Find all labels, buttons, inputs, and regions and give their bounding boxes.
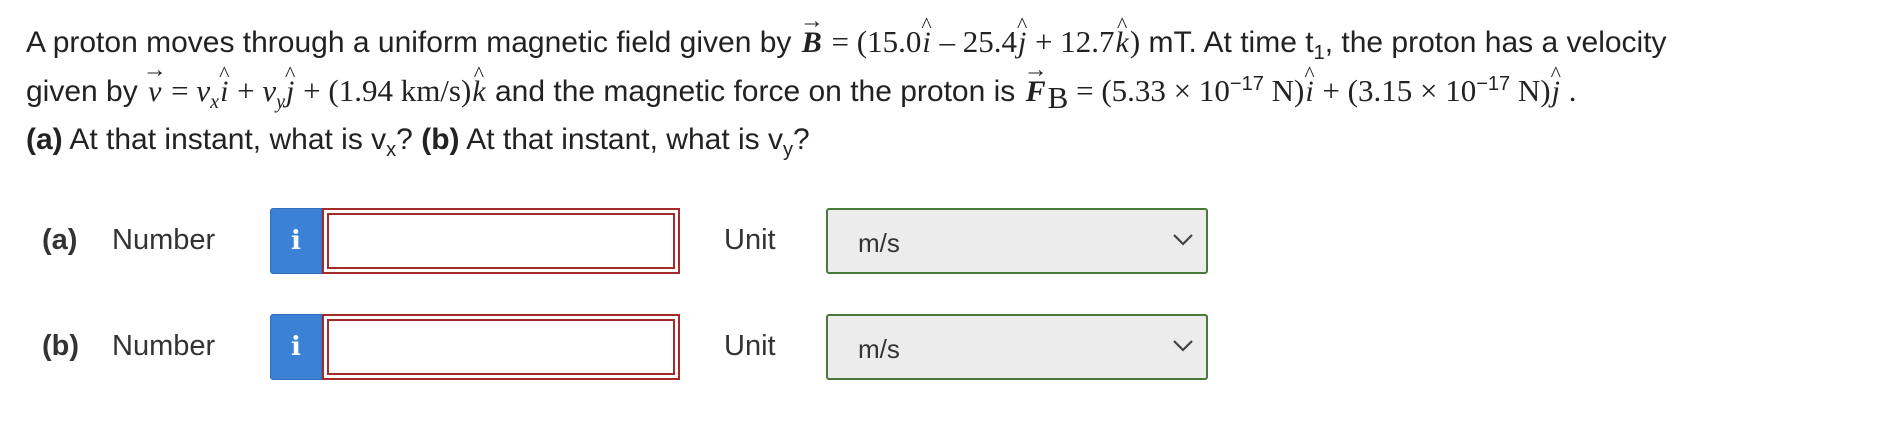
unit-vector-j: j xyxy=(1551,68,1561,116)
problem-statement: A proton moves through a uniform magneti… xyxy=(26,18,1876,164)
unit-select-a[interactable]: m/s xyxy=(826,208,1208,274)
unit-label: Unit xyxy=(724,224,776,256)
vector-b: B xyxy=(800,19,824,67)
unit-selected-value: m/s xyxy=(858,334,900,364)
part-b-label: (b) xyxy=(421,123,460,156)
unit-vector-k: k xyxy=(1115,19,1130,67)
math-segment: N) xyxy=(1510,73,1551,108)
vector-f: F xyxy=(1024,68,1048,116)
math-segment: = (5.33 × 10 xyxy=(1068,73,1230,108)
problem-text: given by xyxy=(26,75,138,108)
unit-vector-i: i xyxy=(219,68,229,116)
unit-select-b[interactable]: m/s xyxy=(826,314,1208,380)
unit-vector-i: i xyxy=(921,19,931,67)
math-segment: = (15.0 xyxy=(823,24,922,59)
chevron-down-icon xyxy=(1173,234,1193,246)
math-segment: N) xyxy=(1263,73,1305,108)
math-segment: + (1.94 km/s) xyxy=(295,73,472,108)
unit-label: Unit xyxy=(724,330,776,362)
subscript: B xyxy=(1047,80,1069,115)
superscript: −17 xyxy=(1229,73,1264,95)
number-input-a[interactable] xyxy=(322,208,680,274)
problem-text: ? xyxy=(793,123,810,156)
number-label: Number xyxy=(112,224,216,256)
unit-selected-value: m/s xyxy=(858,228,900,258)
subscript: x xyxy=(210,91,220,113)
problem-text: A proton moves through a uniform magneti… xyxy=(26,26,792,59)
math-segment: + xyxy=(229,73,263,108)
problem-text: At that instant, what is v xyxy=(459,123,784,156)
problem-line-3: (a) At that instant, what is vx? (b) At … xyxy=(26,116,1876,164)
chevron-down-icon xyxy=(1173,340,1193,352)
subscript: 1 xyxy=(1313,42,1325,64)
number-input-b[interactable] xyxy=(322,314,680,380)
info-button[interactable]: i xyxy=(270,208,322,274)
info-icon: i xyxy=(291,332,301,362)
problem-text: and the magnetic force on the proton is xyxy=(486,75,1016,108)
info-button[interactable]: i xyxy=(270,314,322,380)
problem-text: At that instant, what is v xyxy=(62,123,387,156)
velocity-component: v xyxy=(262,73,277,108)
vector-v: v xyxy=(146,68,163,116)
answer-part-label: (b) xyxy=(42,330,80,362)
velocity-component: v xyxy=(196,73,211,108)
subscript: y xyxy=(783,139,794,161)
part-a-label: (a) xyxy=(26,123,63,156)
superscript: −17 xyxy=(1476,73,1511,95)
problem-text: , the proton has a velocity xyxy=(1324,26,1667,59)
info-icon: i xyxy=(291,226,301,256)
problem-line-1: A proton moves through a uniform magneti… xyxy=(26,18,1876,67)
number-label: Number xyxy=(112,330,216,362)
problem-line-2: given by v = vxi + vyj + (1.94 km/s)k an… xyxy=(26,67,1876,116)
answer-row-b: (b) Number i Unit m/s xyxy=(0,314,1886,382)
answer-row-a: (a) Number i Unit m/s xyxy=(0,208,1886,276)
math-segment: + (3.15 × 10 xyxy=(1314,73,1477,108)
math-segment: ) xyxy=(1129,24,1141,59)
unit-vector-j: j xyxy=(285,68,295,116)
unit-vector-k: k xyxy=(471,68,486,116)
answer-part-label: (a) xyxy=(42,224,78,256)
math-segment: = xyxy=(163,73,197,108)
subscript: x xyxy=(386,139,397,161)
subscript: y xyxy=(276,91,286,113)
math-segment: – 25.4 xyxy=(931,24,1017,59)
problem-text: ? xyxy=(396,123,422,156)
math-segment: . xyxy=(1560,73,1577,108)
unit-vector-i: i xyxy=(1304,68,1314,116)
problem-text: mT. At time t xyxy=(1140,26,1314,59)
